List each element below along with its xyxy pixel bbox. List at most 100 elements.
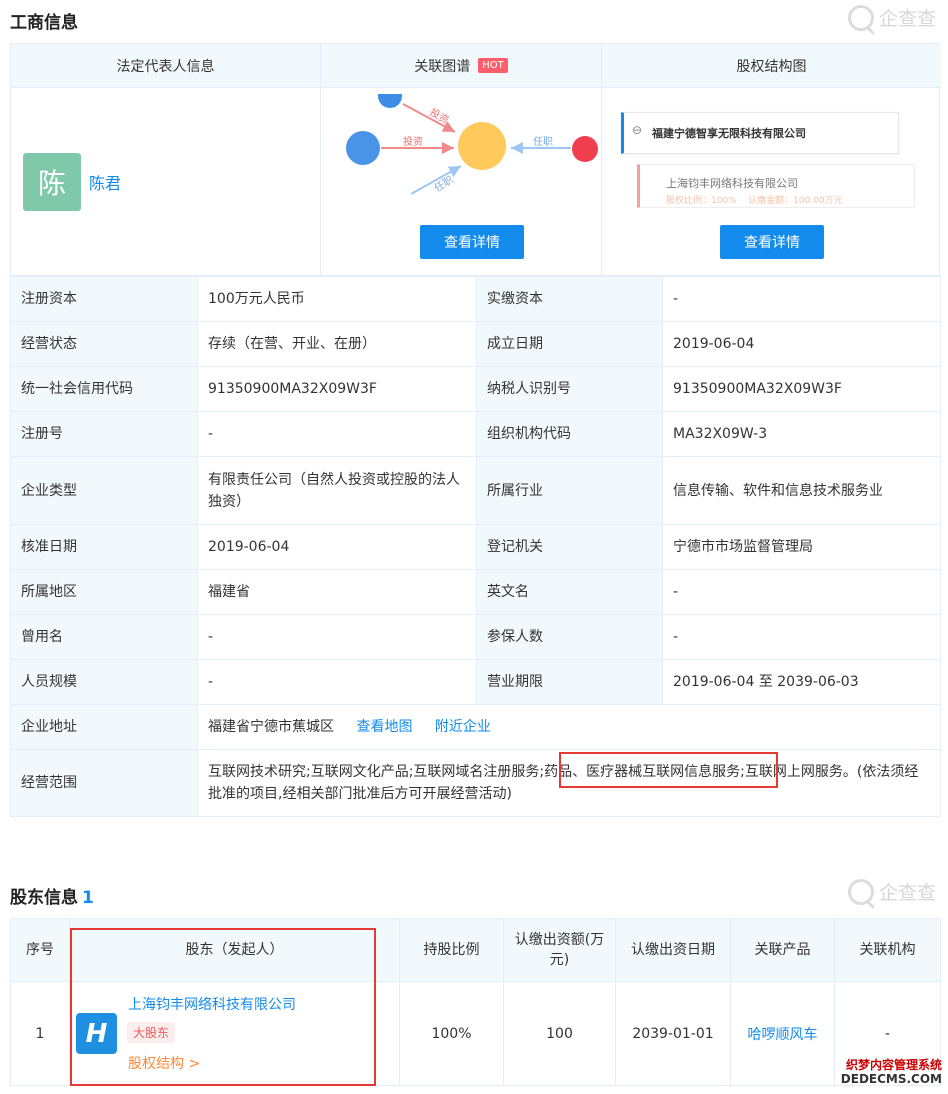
info-label: 所属地区 <box>10 569 198 615</box>
info-label: 登记机关 <box>476 524 663 570</box>
equity-company-card: ⊖ 福建宁德智享无限科技有限公司 <box>621 112 899 154</box>
info-value: - <box>662 569 941 615</box>
info-value: - <box>197 614 477 660</box>
col-header-date: 认缴出资日期 <box>615 918 731 982</box>
legal-rep-panel: 法定代表人信息 陈 陈君 <box>11 44 321 275</box>
top-info-grid: 法定代表人信息 陈 陈君 关联图谱 HOT 投资 投资 任职 任职 查看详情 股… <box>10 43 941 276</box>
info-value: 2019-06-04 <box>197 524 477 570</box>
shareholder-count: 1 <box>82 888 94 908</box>
equity-company-name: 福建宁德智享无限科技有限公司 <box>652 127 806 140</box>
info-row: 经营状态 存续（在营、开业、在册） 成立日期 2019-06-04 <box>10 321 941 367</box>
info-value: 福建省 <box>197 569 477 615</box>
equity-structure-link[interactable]: 股权结构 > <box>128 1053 200 1073</box>
info-row: 企业类型 有限责任公司（自然人投资或控股的法人独资） 所属行业 信息传输、软件和信息技… <box>10 456 941 525</box>
graph-label-invest-2: 投资 <box>403 135 423 148</box>
scope-highlight-box <box>559 752 778 788</box>
info-label: 注册号 <box>10 411 198 457</box>
col-header-ratio: 持股比例 <box>399 918 504 982</box>
view-relation-detail-button[interactable]: 查看详情 <box>420 225 524 259</box>
info-label: 注册资本 <box>10 276 198 322</box>
info-label: 曾用名 <box>10 614 198 660</box>
graph-node-right <box>572 136 598 162</box>
legal-rep-header: 法定代表人信息 <box>11 44 320 88</box>
qichacha-logo-icon <box>847 878 874 905</box>
row-ratio: 100% <box>399 981 504 1086</box>
row-index: 1 <box>10 981 70 1086</box>
info-row: 人员规模 - 营业期限 2019-06-04 至 2039-06-03 <box>10 659 941 705</box>
equity-structure-panel: 股权结构图 ⊖ 福建宁德智享无限科技有限公司 上海钧丰网络科技有限公司 股权比例… <box>602 44 941 275</box>
col-header-amount: 认缴出资额(万元) <box>503 918 616 982</box>
graph-node-top <box>378 94 402 108</box>
info-label: 人员规模 <box>10 659 198 705</box>
related-product-link[interactable]: 哈啰顺风车 <box>730 981 835 1086</box>
info-value: 91350900MA32X09W3F <box>662 366 941 412</box>
info-label: 营业期限 <box>476 659 663 705</box>
col-header-index: 序号 <box>10 918 70 982</box>
legal-rep-name-link[interactable]: 陈君 <box>89 170 121 194</box>
info-label: 英文名 <box>476 569 663 615</box>
relation-graph-header: 关联图谱 HOT <box>321 44 601 88</box>
qichacha-watermark-2: 企查查 <box>847 878 936 905</box>
shareholders-title: 股东信息 <box>10 888 78 908</box>
info-row: 曾用名 - 参保人数 - <box>10 614 941 660</box>
info-value: - <box>197 659 477 705</box>
address-label: 企业地址 <box>10 704 198 750</box>
graph-label-invest-1: 投资 <box>428 105 452 126</box>
equity-sub-name: 上海钧丰网络科技有限公司 <box>666 177 798 190</box>
info-value: 100万元人民币 <box>197 276 477 322</box>
row-amount: 100 <box>503 981 616 1086</box>
business-info-table: 注册资本 100万元人民币 实缴资本 - 经营状态 存续（在营、开业、在册） 成立日期 201… <box>10 276 941 817</box>
info-value: - <box>662 614 941 660</box>
graph-label-role-1: 任职 <box>533 135 553 148</box>
section-title-shareholders: 股东信息 1 <box>10 883 94 908</box>
info-label: 成立日期 <box>476 321 663 367</box>
equity-structure-header: 股权结构图 <box>602 44 941 88</box>
info-value: 有限责任公司（自然人投资或控股的法人独资） <box>197 456 477 525</box>
info-value: 91350900MA32X09W3F <box>197 366 477 412</box>
watermark-text: 企查查 <box>878 882 936 904</box>
info-label: 经营状态 <box>10 321 198 367</box>
relation-graph-title: 关联图谱 <box>414 58 471 75</box>
info-value: - <box>662 276 941 322</box>
section-title-business-info: 工商信息 <box>10 13 78 33</box>
row-date: 2039-01-01 <box>615 981 731 1086</box>
col-header-product: 关联产品 <box>730 918 835 982</box>
info-value: 存续（在营、开业、在册） <box>197 321 477 367</box>
info-row: 注册资本 100万元人民币 实缴资本 - <box>10 276 941 322</box>
equity-sub-card: 上海钧丰网络科技有限公司 股权比例：100% 认缴金额：100.00万元 <box>637 164 915 208</box>
info-label: 核准日期 <box>10 524 198 570</box>
qichacha-watermark: 企查查 <box>847 4 936 31</box>
footer-line-2: DEDECMS.COM <box>840 1072 942 1086</box>
info-label: 所属行业 <box>476 456 663 525</box>
address-value: 福建省宁德市蕉城区 <box>208 719 334 735</box>
major-shareholder-badge: 大股东 <box>127 1022 176 1043</box>
info-value: MA32X09W-3 <box>662 411 941 457</box>
info-label: 实缴资本 <box>476 276 663 322</box>
info-value: 信息传输、软件和信息技术服务业 <box>662 456 941 525</box>
view-equity-detail-button[interactable]: 查看详情 <box>720 225 824 259</box>
info-value: 2019-06-04 <box>662 321 941 367</box>
scope-label: 经营范围 <box>10 749 198 817</box>
collapse-icon[interactable]: ⊖ <box>632 123 642 137</box>
avatar: 陈 <box>23 153 81 211</box>
address-row: 企业地址 福建省宁德市蕉城区 查看地图 附近企业 <box>10 704 941 750</box>
address-cell: 福建省宁德市蕉城区 查看地图 附近企业 <box>197 704 941 750</box>
info-row: 统一社会信用代码 91350900MA32X09W3F 纳税人识别号 91350900… <box>10 366 941 412</box>
info-label: 纳税人识别号 <box>476 366 663 412</box>
relation-graph-preview[interactable]: 投资 投资 任职 任职 <box>321 94 601 214</box>
hot-badge: HOT <box>478 58 508 73</box>
info-row: 注册号 - 组织机构代码 MA32X09W-3 <box>10 411 941 457</box>
info-value: 2019-06-04 至 2039-06-03 <box>662 659 941 705</box>
col-header-org: 关联机构 <box>834 918 941 982</box>
nearby-companies-link[interactable]: 附近企业 <box>435 719 491 735</box>
info-label: 参保人数 <box>476 614 663 660</box>
equity-sub-detail: 股权比例：100% 认缴金额：100.00万元 <box>666 196 843 206</box>
shareholder-name-link[interactable]: 上海钧丰网络科技有限公司 <box>128 994 296 1014</box>
view-map-link[interactable]: 查看地图 <box>356 719 412 735</box>
info-row: 核准日期 2019-06-04 登记机关 宁德市市场监督管理局 <box>10 524 941 570</box>
info-value: - <box>197 411 477 457</box>
footer-line-1: 织梦内容管理系统 <box>845 1058 942 1072</box>
info-row: 所属地区 福建省 英文名 - <box>10 569 941 615</box>
relation-graph-panel: 关联图谱 HOT 投资 投资 任职 任职 查看详情 <box>321 44 602 275</box>
graph-node-left <box>346 131 380 165</box>
